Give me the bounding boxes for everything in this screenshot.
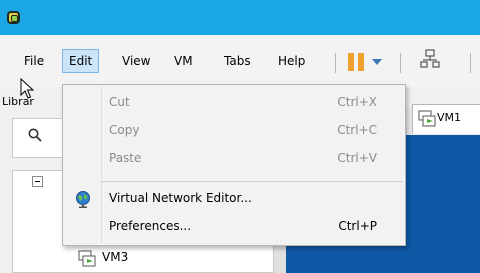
- menu-item-label: Virtual Network Editor...: [109, 191, 252, 205]
- menu-bar: File Edit View VM Tabs Help: [0, 35, 480, 87]
- menu-item-preferences[interactable]: Preferences... Ctrl+P: [63, 215, 405, 241]
- app-icon[interactable]: [7, 11, 20, 24]
- menu-item-cut[interactable]: Cut Ctrl+X: [63, 91, 405, 117]
- menu-item-shortcut: Ctrl+P: [338, 219, 377, 233]
- menu-file[interactable]: File: [18, 49, 50, 73]
- vm-icon: [78, 250, 96, 267]
- vm-icon: [418, 110, 436, 127]
- menu-item-label: Copy: [109, 123, 140, 137]
- menu-vm[interactable]: VM: [168, 49, 199, 73]
- menu-item-label: Cut: [109, 95, 130, 109]
- menu-tabs[interactable]: Tabs: [218, 49, 257, 73]
- menu-help[interactable]: Help: [272, 49, 311, 73]
- tab-label: VM1: [437, 111, 462, 124]
- toolbar-separator: [470, 53, 471, 73]
- menu-separator: [101, 181, 403, 182]
- network-icon[interactable]: [420, 49, 440, 71]
- title-bar: [0, 0, 480, 35]
- menu-item-copy[interactable]: Copy Ctrl+C: [63, 119, 405, 145]
- pause-icon[interactable]: [348, 53, 364, 71]
- menu-item-shortcut: Ctrl+V: [337, 151, 377, 165]
- collapse-toggle-icon[interactable]: [32, 176, 43, 187]
- menu-item-paste[interactable]: Paste Ctrl+V: [63, 147, 405, 173]
- toolbar-separator: [400, 53, 401, 73]
- menu-item-label: Paste: [109, 151, 142, 165]
- search-icon: [28, 128, 42, 142]
- tree-item-vm3[interactable]: VM3: [102, 250, 128, 264]
- menu-item-shortcut: Ctrl+X: [337, 95, 377, 109]
- menu-item-label: Preferences...: [109, 219, 192, 233]
- edit-menu: Cut Ctrl+X Copy Ctrl+C Paste Ctrl+V Virt…: [62, 84, 406, 246]
- menu-view[interactable]: View: [116, 49, 156, 73]
- menu-edit[interactable]: Edit: [62, 49, 100, 73]
- chevron-down-icon[interactable]: [372, 59, 382, 65]
- toolbar-separator: [335, 53, 336, 73]
- menu-item-virtual-network-editor[interactable]: Virtual Network Editor...: [63, 187, 405, 213]
- mouse-cursor-icon: [20, 78, 34, 99]
- menu-item-shortcut: Ctrl+C: [337, 123, 377, 137]
